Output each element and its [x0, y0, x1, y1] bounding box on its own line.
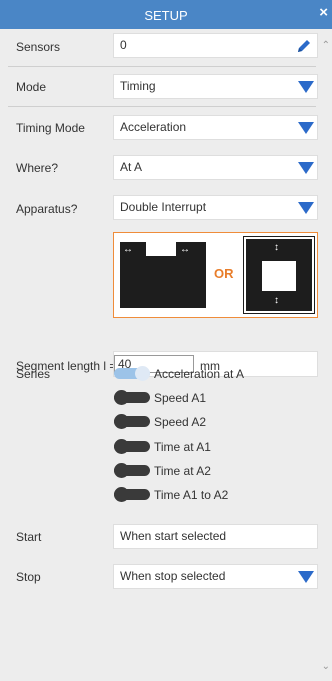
toggle-switch[interactable] [114, 390, 150, 405]
series-item-label: Time A1 to A2 [154, 488, 229, 502]
timing-mode-label: Timing Mode [16, 121, 85, 135]
stop-label: Stop [16, 570, 41, 584]
toggle-switch[interactable] [114, 463, 150, 478]
timing-mode-value: Acceleration [120, 120, 187, 134]
stop-value: When stop selected [120, 569, 226, 583]
or-label: OR [214, 266, 234, 281]
scroll-up-icon[interactable]: ⌃ [322, 40, 330, 51]
close-icon[interactable]: × [319, 5, 328, 21]
scroll-down-icon[interactable]: ⌄ [322, 661, 330, 672]
dropdown-arrow-icon [298, 162, 314, 174]
where-value: At A [120, 160, 143, 174]
sensors-label: Sensors [16, 40, 61, 54]
series-item-label: Speed A2 [154, 415, 207, 429]
dropdown-arrow-icon [298, 571, 314, 583]
dropdown-arrow-icon [298, 122, 314, 134]
dropdown-arrow-icon [298, 202, 314, 214]
series-item-label: Time at A1 [154, 440, 211, 454]
divider [8, 66, 316, 67]
setup-header: SETUP × [0, 0, 332, 29]
divider [8, 106, 316, 107]
sensors-value: 0 [120, 38, 127, 52]
double-interrupt-card-icon: ↔ ↔ [120, 242, 206, 308]
mode-label: Mode [16, 80, 47, 94]
start-field[interactable]: When start selected [113, 524, 318, 549]
toggle-switch[interactable] [114, 366, 150, 381]
series-item-label: Speed A1 [154, 391, 207, 405]
pencil-icon[interactable] [296, 38, 312, 54]
start-label: Start [16, 530, 42, 544]
mode-value: Timing [120, 79, 156, 93]
series-item-label: Acceleration at A [154, 367, 245, 381]
dropdown-arrow-icon [298, 81, 314, 93]
mode-select[interactable]: Timing [113, 74, 318, 99]
series-item-label: Time at A2 [154, 464, 211, 478]
stop-select[interactable]: When stop selected [113, 564, 318, 589]
where-select[interactable]: At A [113, 155, 318, 180]
window-card-icon: ↕ ↕ [243, 236, 315, 314]
toggle-switch[interactable] [114, 414, 150, 429]
start-value: When start selected [120, 529, 227, 543]
apparatus-label: Apparatus? [16, 202, 78, 216]
apparatus-diagram: ↔ ↔ OR ↕ ↕ [113, 232, 318, 318]
series-label: Series [16, 367, 51, 381]
panel-title: SETUP [144, 8, 188, 23]
apparatus-select[interactable]: Double Interrupt [113, 195, 318, 220]
apparatus-value: Double Interrupt [120, 200, 207, 214]
toggle-switch[interactable] [114, 439, 150, 454]
where-label: Where? [16, 161, 59, 175]
sensors-field[interactable]: 0 [113, 33, 318, 58]
timing-mode-select[interactable]: Acceleration [113, 115, 318, 140]
toggle-switch[interactable] [114, 487, 150, 502]
